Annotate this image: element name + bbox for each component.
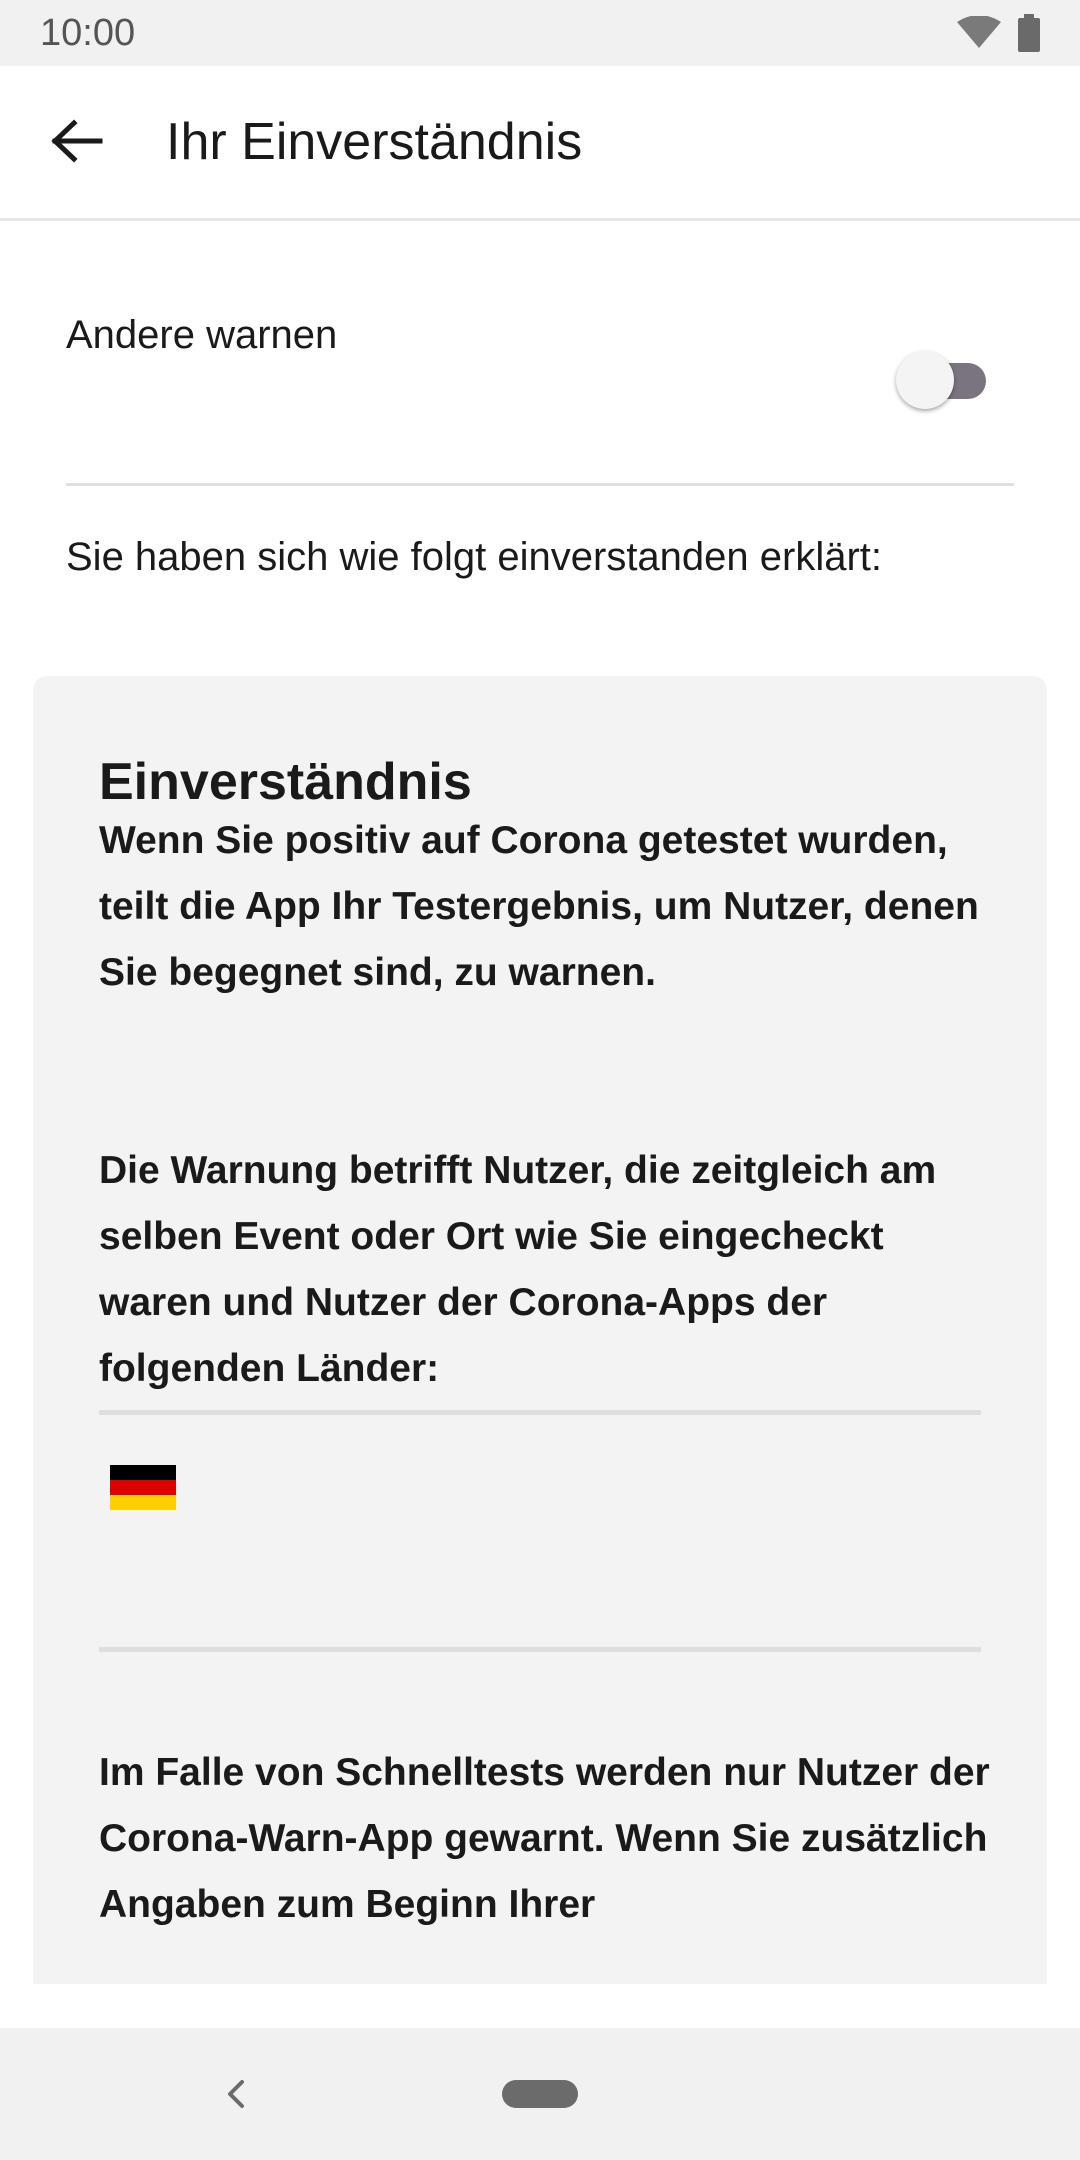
consent-paragraph: Wenn Sie positiv auf Corona getestet wur… xyxy=(99,819,979,994)
page-title: Ihr Einverständnis xyxy=(166,113,583,171)
back-button[interactable] xyxy=(40,108,114,174)
card-title: Einverständnis xyxy=(99,753,472,811)
consent-card: Einverständnis Wenn Sie positiv auf Coro… xyxy=(33,676,1047,1984)
warn-others-label: Andere warnen xyxy=(66,313,338,357)
content-scroll-area[interactable]: Andere warnen Sie haben sich wie folgt e… xyxy=(0,221,1080,1984)
warn-others-setting[interactable]: Andere warnen xyxy=(66,221,1014,486)
battery-icon xyxy=(1018,14,1040,52)
flag-stripe-gold xyxy=(110,1495,176,1510)
flag-stripe-black xyxy=(110,1465,176,1480)
arrow-left-icon xyxy=(51,119,103,163)
consent-paragraph: Im Falle von Schnelltests werden nur Nut… xyxy=(99,1751,990,1926)
country-list xyxy=(99,1410,981,1652)
germany-flag-icon xyxy=(110,1465,176,1510)
flag-stripe-red xyxy=(110,1480,176,1495)
nav-back-chevron-icon[interactable] xyxy=(218,2070,254,2118)
status-time: 10:00 xyxy=(40,12,136,54)
home-pill-icon[interactable] xyxy=(502,2080,578,2108)
toggle-thumb xyxy=(896,351,954,409)
status-bar: 10:00 xyxy=(0,0,1080,66)
system-navigation-bar xyxy=(0,2028,1080,2160)
consent-intro-text: Sie haben sich wie folgt einverstanden e… xyxy=(66,535,883,579)
consent-paragraph: Die Warnung betrifft Nutzer, die zeitgle… xyxy=(99,1149,937,1390)
screen: 10:00 Ihr Einverständnis Andere warnen S… xyxy=(0,0,1080,2160)
warn-others-toggle[interactable] xyxy=(896,347,996,411)
wifi-icon xyxy=(957,16,1001,48)
app-bar: Ihr Einverständnis xyxy=(0,66,1080,221)
